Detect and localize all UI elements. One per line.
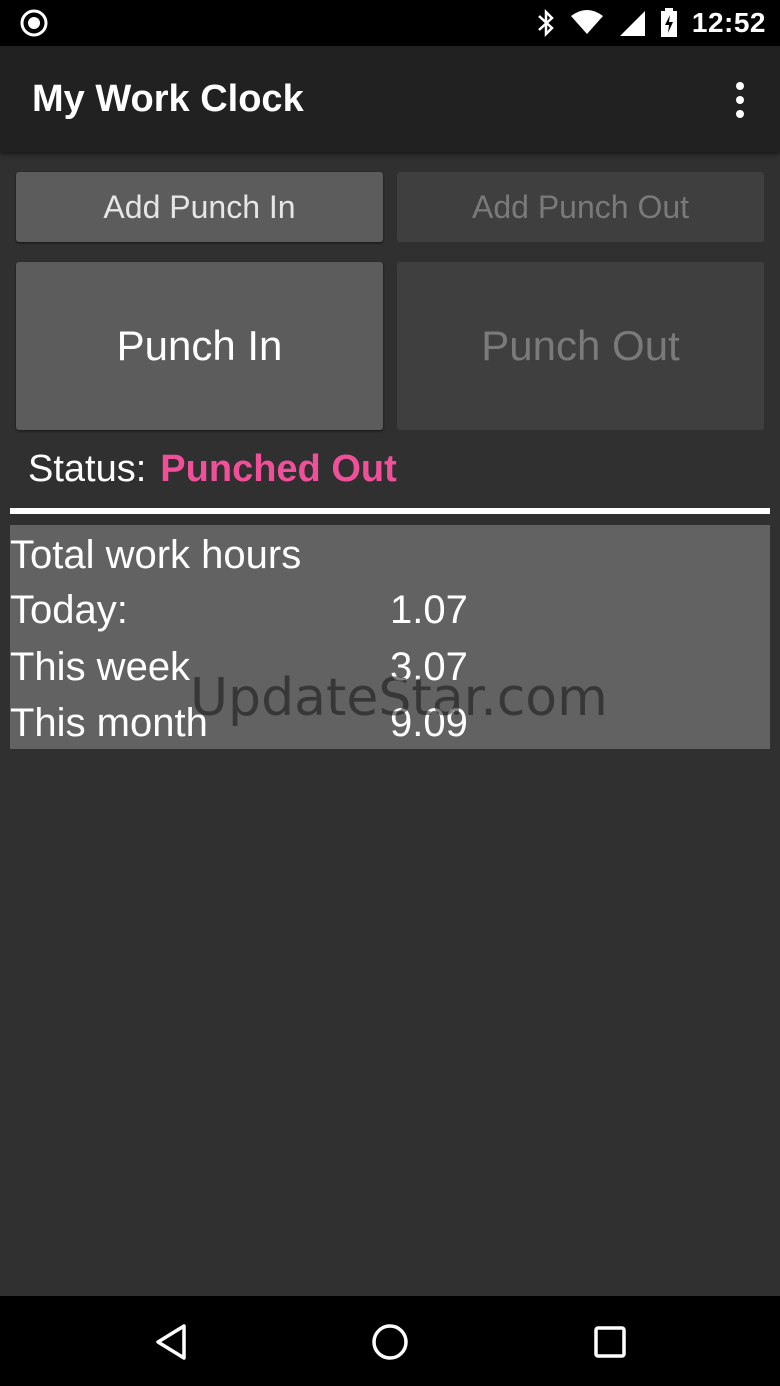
hours-title: Total work hours (10, 533, 302, 577)
home-icon[interactable] (368, 1320, 412, 1364)
hours-label: This week (10, 645, 191, 689)
back-icon[interactable] (150, 1320, 194, 1364)
recents-icon[interactable] (588, 1320, 632, 1364)
app-bar: My Work Clock (0, 46, 780, 152)
clock-time: 12:52 (691, 7, 766, 38)
camera-icon (20, 9, 48, 37)
status-value: Punched Out (160, 448, 397, 490)
status-label: Status: (28, 448, 147, 490)
divider (10, 508, 770, 514)
bluetooth-icon (538, 8, 554, 38)
punch-out-button[interactable]: Punch Out (397, 262, 764, 430)
signal-icon (619, 11, 645, 36)
hours-row-today: Today: 1.07 (10, 588, 770, 638)
status-row: Status: Punched Out (28, 448, 397, 491)
battery-icon (660, 8, 677, 37)
wifi-icon (570, 10, 603, 34)
hours-value: 1.07 (390, 588, 468, 632)
navigation-bar (0, 1296, 780, 1386)
app-title: My Work Clock (32, 78, 304, 120)
status-bar: 12:52 (0, 0, 780, 46)
add-punch-out-button[interactable]: Add Punch Out (397, 172, 764, 242)
watermark: UpdateStar.com (190, 668, 608, 728)
punch-in-button[interactable]: Punch In (16, 262, 383, 430)
hours-label: This month (10, 701, 208, 745)
hours-label: Today: (10, 588, 128, 632)
add-punch-in-button[interactable]: Add Punch In (16, 172, 383, 242)
overflow-menu-icon[interactable] (728, 80, 752, 120)
